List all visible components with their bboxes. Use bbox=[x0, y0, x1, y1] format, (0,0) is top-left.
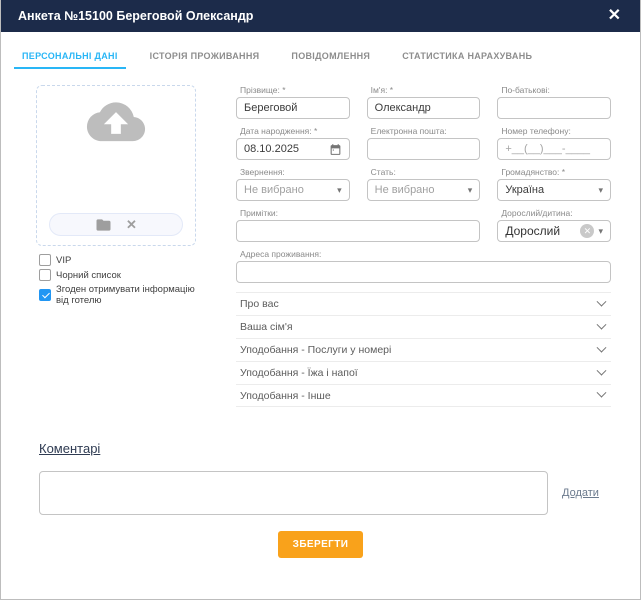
field-birth-date: Дата народження: * 08.10.2025 bbox=[236, 126, 350, 160]
checkbox-label: Чорний список bbox=[56, 270, 121, 281]
chevron-down-icon bbox=[597, 296, 607, 306]
gender-select[interactable]: Не вибрано ▾ bbox=[367, 179, 481, 201]
field-notes: Примітки: bbox=[236, 208, 480, 242]
adult-child-select[interactable]: Дорослий ✕ ▾ bbox=[497, 220, 611, 242]
chevron-down-icon: ▾ bbox=[468, 185, 473, 196]
photo-toolbar: ✕ bbox=[49, 213, 183, 236]
blacklist-checkbox[interactable]: Чорний список bbox=[39, 269, 196, 281]
citizenship-value: Україна bbox=[505, 184, 594, 196]
gender-value: Не вибрано bbox=[375, 184, 464, 196]
vip-checkbox[interactable]: VIP bbox=[39, 254, 196, 266]
salutation-select[interactable]: Не вибрано ▾ bbox=[236, 179, 350, 201]
photo-column: ✕ VIP Чорний список Згоден отримувати ін… bbox=[36, 85, 196, 407]
field-address: Адреса проживання: bbox=[236, 249, 611, 283]
folder-icon[interactable] bbox=[95, 218, 112, 232]
dialog-title: Анкета №15100 Береговой Олександр bbox=[18, 9, 253, 23]
calendar-icon[interactable] bbox=[329, 143, 342, 156]
cloud-upload-icon bbox=[85, 100, 147, 146]
tab-personal-data[interactable]: ПЕРСОНАЛЬНІ ДАНІ bbox=[14, 46, 126, 69]
dialog-header: Анкета №15100 Береговой Олександр ✕ bbox=[1, 0, 640, 32]
chevron-down-icon: ▾ bbox=[598, 226, 603, 237]
accordion-label: Уподобання - Їжа і напої bbox=[240, 367, 358, 379]
flags-group: VIP Чорний список Згоден отримувати інфо… bbox=[36, 254, 196, 306]
checkbox-label: VIP bbox=[56, 255, 71, 266]
field-last-name: Прізвище: * bbox=[236, 85, 350, 119]
middle-name-input[interactable] bbox=[497, 97, 611, 119]
field-label: Електронна пошта: bbox=[371, 126, 481, 136]
chevron-down-icon bbox=[597, 365, 607, 375]
accordion-label: Про вас bbox=[240, 298, 279, 310]
field-label: Громадянство: * bbox=[501, 167, 611, 177]
citizenship-select[interactable]: Україна ▾ bbox=[497, 179, 611, 201]
accordion-label: Ваша сім'я bbox=[240, 321, 293, 333]
first-name-input[interactable] bbox=[367, 97, 481, 119]
field-label: Дата народження: * bbox=[240, 126, 350, 136]
field-phone: Номер телефону: bbox=[497, 126, 611, 160]
chevron-down-icon bbox=[597, 388, 607, 398]
add-comment-link[interactable]: Додати bbox=[562, 487, 599, 499]
field-gender: Стать: Не вибрано ▾ bbox=[367, 167, 481, 201]
checkbox-box[interactable] bbox=[39, 269, 51, 281]
address-input[interactable] bbox=[236, 261, 611, 283]
save-button[interactable]: ЗБЕРЕГТИ bbox=[278, 531, 364, 558]
field-email: Електронна пошта: bbox=[367, 126, 481, 160]
accordion-label: Уподобання - Послуги у номері bbox=[240, 344, 391, 356]
remove-photo-icon[interactable]: ✕ bbox=[126, 218, 137, 231]
last-name-input[interactable] bbox=[236, 97, 350, 119]
field-label: Номер телефону: bbox=[501, 126, 611, 136]
accordion-your-family[interactable]: Ваша сім'я bbox=[236, 315, 611, 338]
checkbox-box[interactable] bbox=[39, 254, 51, 266]
photo-upload-dropzone[interactable]: ✕ bbox=[36, 85, 196, 246]
preference-accordions: Про вас Ваша сім'я Уподобання - Послуги … bbox=[236, 292, 611, 407]
field-label: Звернення: bbox=[240, 167, 350, 177]
comments-row: Додати bbox=[39, 471, 611, 515]
chevron-down-icon: ▾ bbox=[598, 185, 603, 196]
birth-date-value: 08.10.2025 bbox=[244, 143, 299, 155]
accordion-about-you[interactable]: Про вас bbox=[236, 292, 611, 315]
salutation-value: Не вибрано bbox=[244, 184, 333, 196]
tab-accrual-statistics[interactable]: СТАТИСТИКА НАРАХУВАНЬ bbox=[394, 46, 540, 69]
accordion-room-services[interactable]: Уподобання - Послуги у номері bbox=[236, 338, 611, 361]
field-label: Прізвище: * bbox=[240, 85, 350, 95]
notes-input[interactable] bbox=[236, 220, 480, 242]
comment-input[interactable] bbox=[39, 471, 548, 515]
field-salutation: Звернення: Не вибрано ▾ bbox=[236, 167, 350, 201]
field-label: Ім'я: * bbox=[371, 85, 481, 95]
clear-icon[interactable]: ✕ bbox=[580, 224, 594, 238]
comments-section: Коментарі Додати bbox=[1, 440, 640, 515]
tab-stay-history[interactable]: ІСТОРІЯ ПРОЖИВАННЯ bbox=[142, 46, 268, 69]
field-label: Дорослий/дитина: bbox=[501, 208, 611, 218]
guest-profile-dialog: Анкета №15100 Береговой Олександр ✕ ПЕРС… bbox=[0, 0, 641, 600]
chevron-down-icon: ▾ bbox=[337, 185, 342, 196]
field-middle-name: По-батькові: bbox=[497, 85, 611, 119]
close-icon[interactable]: ✕ bbox=[606, 8, 623, 24]
accordion-other[interactable]: Уподобання - Інше bbox=[236, 384, 611, 407]
tab-notifications[interactable]: ПОВІДОМЛЕННЯ bbox=[283, 46, 378, 69]
checkbox-box[interactable] bbox=[39, 289, 51, 301]
chevron-down-icon bbox=[597, 319, 607, 329]
field-label: Стать: bbox=[371, 167, 481, 177]
email-input[interactable] bbox=[367, 138, 481, 160]
form-column: Прізвище: * Ім'я: * По-батькові: Дата на… bbox=[236, 85, 611, 407]
main-content: ✕ VIP Чорний список Згоден отримувати ін… bbox=[1, 69, 640, 407]
phone-input[interactable] bbox=[497, 138, 611, 160]
consent-checkbox[interactable]: Згоден отримувати інформацію від готелю bbox=[39, 284, 196, 306]
adult-child-value: Дорослий bbox=[505, 224, 580, 238]
personal-fields-grid: Прізвище: * Ім'я: * По-батькові: Дата на… bbox=[236, 85, 611, 283]
field-adult-child: Дорослий/дитина: Дорослий ✕ ▾ bbox=[497, 208, 611, 242]
tab-bar: ПЕРСОНАЛЬНІ ДАНІ ІСТОРІЯ ПРОЖИВАННЯ ПОВІ… bbox=[1, 46, 640, 69]
chevron-down-icon bbox=[597, 342, 607, 352]
field-label: Адреса проживання: bbox=[240, 249, 611, 259]
field-label: По-батькові: bbox=[501, 85, 611, 95]
field-citizenship: Громадянство: * Україна ▾ bbox=[497, 167, 611, 201]
comments-title: Коментарі bbox=[39, 441, 100, 456]
save-row: ЗБЕРЕГТИ bbox=[1, 531, 640, 558]
field-first-name: Ім'я: * bbox=[367, 85, 481, 119]
field-label: Примітки: bbox=[240, 208, 480, 218]
accordion-food-drinks[interactable]: Уподобання - Їжа і напої bbox=[236, 361, 611, 384]
checkbox-label: Згоден отримувати інформацію від готелю bbox=[56, 284, 196, 306]
birth-date-input[interactable]: 08.10.2025 bbox=[236, 138, 350, 160]
accordion-label: Уподобання - Інше bbox=[240, 390, 331, 402]
